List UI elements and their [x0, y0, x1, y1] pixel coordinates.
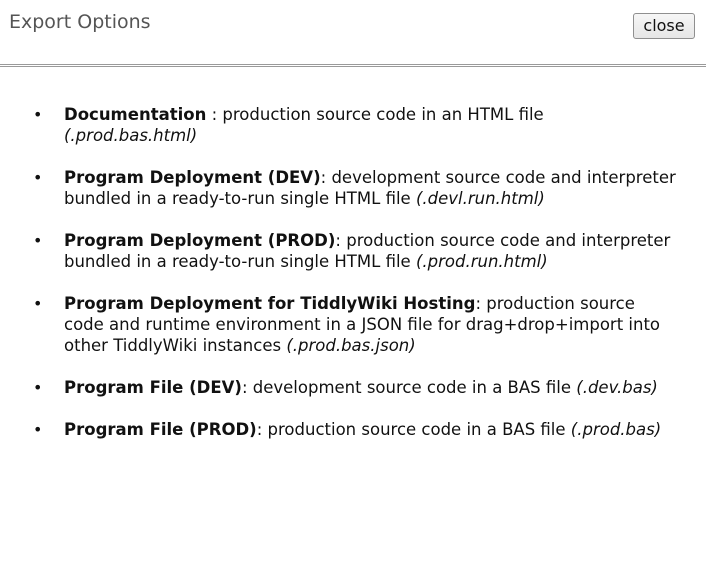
option-separator: :	[335, 231, 347, 250]
option-name-link[interactable]: Program File (DEV)	[64, 378, 242, 397]
option-description: production source code in an HTML file	[222, 105, 544, 124]
option-name-link[interactable]: Documentation	[64, 105, 206, 124]
option-name-link[interactable]: Program Deployment (PROD)	[64, 231, 335, 250]
option-description: development source code in a BAS file	[252, 378, 577, 397]
dialog-title: Export Options	[9, 11, 151, 33]
option-extension: (.dev.bas)	[576, 378, 658, 397]
bullet-icon: •	[33, 378, 43, 397]
close-button[interactable]: close	[633, 13, 695, 39]
export-option-file-prod: • Program File (PROD): production source…	[0, 419, 706, 440]
option-extension: (.prod.bas.html)	[64, 126, 198, 145]
option-name-link[interactable]: Program File (PROD)	[64, 420, 257, 439]
option-name-link[interactable]: Program Deployment (DEV)	[64, 168, 321, 187]
option-description: production source code in a BAS file	[267, 420, 571, 439]
export-options-list: • Documentation : production source code…	[0, 104, 706, 461]
option-extension: (.devl.run.html)	[415, 189, 545, 208]
option-separator: :	[475, 294, 487, 313]
dialog-header: Export Options close	[0, 0, 706, 64]
bullet-icon: •	[33, 105, 43, 124]
option-separator: :	[241, 378, 253, 397]
export-option-deployment-prod: • Program Deployment (PROD): production …	[0, 230, 706, 272]
option-extension: (.prod.bas)	[570, 420, 662, 439]
option-separator: :	[206, 105, 223, 124]
export-option-documentation: • Documentation : production source code…	[0, 104, 706, 146]
option-name-link[interactable]: Program Deployment for TiddlyWiki Hostin…	[64, 294, 475, 313]
header-divider	[0, 64, 706, 67]
export-option-deployment-dev: • Program Deployment (DEV): development …	[0, 167, 706, 209]
bullet-icon: •	[33, 294, 43, 313]
option-separator: :	[256, 420, 268, 439]
option-separator: :	[320, 168, 332, 187]
bullet-icon: •	[33, 231, 43, 250]
export-option-file-dev: • Program File (DEV): development source…	[0, 377, 706, 398]
option-extension: (.prod.run.html)	[415, 252, 548, 271]
option-extension: (.prod.bas.json)	[286, 336, 416, 355]
bullet-icon: •	[33, 168, 43, 187]
export-option-tiddlywiki: • Program Deployment for TiddlyWiki Host…	[0, 293, 706, 356]
bullet-icon: •	[33, 420, 43, 439]
